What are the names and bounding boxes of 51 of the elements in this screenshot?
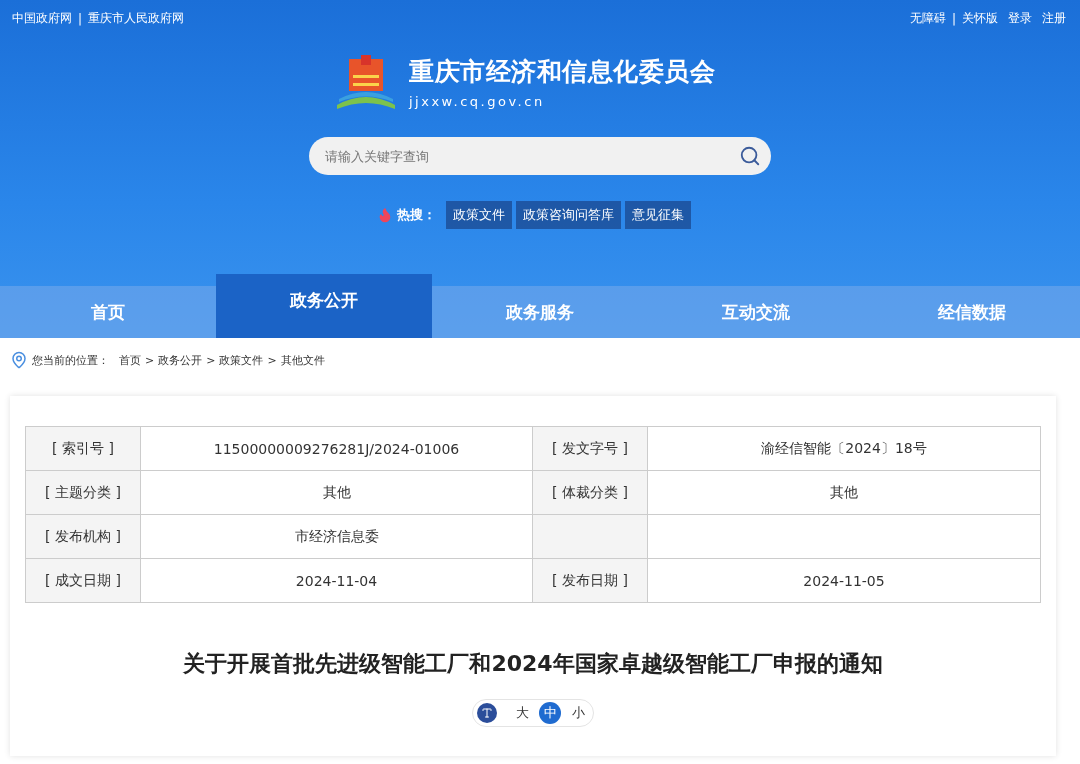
site-domain: jjxxw.cq.gov.cn: [409, 94, 546, 109]
breadcrumb-link[interactable]: 其他文件: [280, 352, 325, 368]
search-icon[interactable]: [739, 145, 761, 167]
separator: |: [78, 11, 83, 26]
table-cell: 2024-11-04: [141, 559, 533, 603]
logo-icon: [335, 53, 397, 111]
top-link[interactable]: 中国政府网: [12, 10, 72, 27]
top-link[interactable]: 重庆市人民政府网: [88, 10, 185, 27]
hot-search-tag[interactable]: 政策咨询问答库: [516, 201, 621, 229]
separator: |: [951, 11, 956, 26]
site-name: 重庆市经济和信息化委员会: [409, 56, 715, 88]
table-label-cell: [ 主题分类 ]: [26, 471, 141, 515]
search-field[interactable]: 请输入关键字查询: [309, 137, 771, 175]
table-label-cell: [ 索引号 ]: [26, 427, 141, 471]
breadcrumb-link[interactable]: 政策文件: [219, 352, 264, 368]
breadcrumb-separator: >: [267, 353, 277, 367]
hot-search-tag[interactable]: 政策文件: [446, 201, 512, 229]
breadcrumb-link[interactable]: 首页: [119, 352, 141, 368]
nav-tab[interactable]: 政务公开: [216, 274, 432, 338]
top-link[interactable]: 关怀版: [962, 10, 998, 27]
table-label-cell: [ 体裁分类 ]: [533, 471, 648, 515]
table-label-cell: [ 发布机构 ]: [26, 515, 141, 559]
top-link[interactable]: 无障碍: [909, 10, 946, 27]
breadcrumb-separator: >: [145, 353, 155, 367]
top-link[interactable]: 登录: [1008, 10, 1032, 27]
table-label-cell: [ 发布日期 ]: [533, 559, 648, 603]
table-cell: 其他: [141, 471, 533, 515]
nav-tab[interactable]: 互动交流: [648, 286, 864, 338]
hot-search-tag[interactable]: 意见征集: [625, 201, 691, 229]
table-cell: 11500000009276281J/2024-01006: [141, 427, 533, 471]
table-label-cell: [ 发文字号 ]: [533, 427, 648, 471]
top-link[interactable]: 注册: [1042, 10, 1066, 27]
breadcrumb-link[interactable]: 政务公开: [158, 352, 203, 368]
font-size-button[interactable]: 小: [567, 702, 589, 724]
font-size-button[interactable]: 大: [511, 702, 533, 724]
article-title: 关于开展首批先进级智能工厂和2024年国家卓越级智能工厂申报的通知: [182, 650, 884, 678]
text-size-icon: [477, 703, 497, 723]
table-cell: 2024-11-05: [648, 559, 1041, 603]
table-cell: 渝经信智能〔2024〕18号: [648, 427, 1041, 471]
nav-tab[interactable]: 政务服务: [432, 286, 648, 338]
breadcrumb-separator: >: [206, 353, 216, 367]
breadcrumb-label: 您当前的位置：: [32, 352, 109, 368]
font-size-button[interactable]: 中: [539, 702, 561, 724]
table-cell: 其他: [648, 471, 1041, 515]
nav-tab[interactable]: 首页: [0, 286, 216, 338]
location-icon: [10, 351, 28, 369]
table-cell: 市经济信息委: [141, 515, 533, 559]
flame-icon: [377, 207, 393, 223]
table-label-cell: [ 成文日期 ]: [26, 559, 141, 603]
hot-search-label: 热搜：: [397, 206, 436, 224]
nav-tab[interactable]: 经信数据: [864, 286, 1080, 338]
